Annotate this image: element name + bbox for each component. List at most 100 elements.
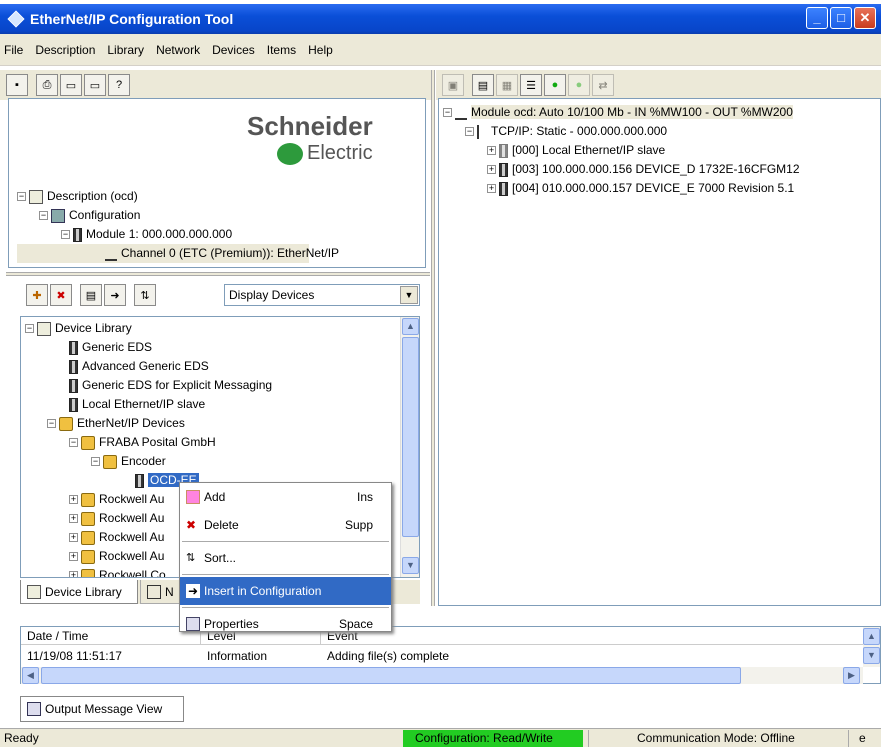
- expand-icon[interactable]: +: [69, 533, 78, 543]
- column-date[interactable]: Date / Time: [21, 627, 201, 644]
- scroll-up-icon[interactable]: ▲: [402, 318, 419, 335]
- insert-arrow-icon: ➜: [186, 584, 200, 598]
- menu-library[interactable]: Library: [107, 43, 144, 57]
- display-select[interactable]: Display Devices ▼: [224, 284, 420, 306]
- add-library-icon[interactable]: ✚: [26, 284, 48, 306]
- menu-item-add[interactable]: Add Ins: [180, 483, 391, 511]
- configuration-icon: [51, 208, 65, 223]
- logo-emblem-icon: [277, 142, 303, 165]
- collapse-icon[interactable]: −: [443, 108, 452, 118]
- scroll-right-icon[interactable]: ▶: [843, 667, 860, 684]
- collapse-icon[interactable]: −: [17, 192, 26, 202]
- menu-item-properties[interactable]: Properties Space: [180, 610, 391, 638]
- dropdown-arrow-icon[interactable]: ▼: [400, 286, 418, 304]
- device-icon: [69, 397, 78, 412]
- log-vscrollbar[interactable]: ▲ ▼: [863, 627, 880, 667]
- menu-item-sort[interactable]: ⇅ Sort...: [180, 544, 391, 572]
- insert-arrow-icon[interactable]: ➜: [104, 284, 126, 306]
- tree-node-module-ocd[interactable]: − Module ocd: Auto 10/100 Mb - IN %MW100 …: [443, 103, 879, 122]
- column-event[interactable]: Event: [321, 627, 863, 644]
- expand-icon[interactable]: +: [69, 552, 78, 562]
- grid-icon[interactable]: ▦: [496, 74, 518, 96]
- delete-icon: ✖: [186, 518, 197, 532]
- output-window-icon: [27, 702, 41, 716]
- menu-description[interactable]: Description: [35, 43, 95, 57]
- window-title: EtherNet/IP Configuration Tool: [30, 11, 234, 27]
- tree-node-fraba[interactable]: − FRABA Posital GmbH: [25, 433, 395, 452]
- menu-network[interactable]: Network: [156, 43, 200, 57]
- status-ready: Ready: [4, 731, 39, 745]
- expand-icon[interactable]: +: [69, 571, 78, 577]
- tree-node-local-slave[interactable]: Local Ethernet/IP slave: [25, 395, 395, 414]
- properties-icon[interactable]: ▤: [80, 284, 102, 306]
- window-split-icon[interactable]: ▭: [84, 74, 106, 96]
- network-pane: − Module ocd: Auto 10/100 Mb - IN %MW100 …: [438, 98, 881, 606]
- library-scrollbar[interactable]: ▲ ▼: [400, 317, 419, 577]
- tree-node-advanced-generic-eds[interactable]: Advanced Generic EDS: [25, 357, 395, 376]
- tree-node-description[interactable]: − Description (ocd): [17, 187, 417, 206]
- delete-device-icon[interactable]: ▣: [442, 74, 464, 96]
- tree-node-ethernet-devices[interactable]: − EtherNet/IP Devices: [25, 414, 395, 433]
- collapse-icon[interactable]: −: [465, 127, 474, 137]
- window-icon[interactable]: ▭: [60, 74, 82, 96]
- tree-node-tcpip[interactable]: − TCP/IP: Static - 000.000.000.000: [443, 122, 879, 141]
- vertical-splitter[interactable]: [431, 70, 435, 606]
- log-hscrollbar[interactable]: ◀ ▶: [21, 667, 863, 684]
- horizontal-splitter[interactable]: [6, 272, 430, 276]
- log-row[interactable]: 11/19/08 11:51:17 Information Adding fil…: [21, 647, 863, 665]
- device-folder-icon: [59, 416, 73, 431]
- hscroll-thumb[interactable]: [41, 667, 741, 684]
- collapse-icon[interactable]: −: [91, 457, 100, 467]
- sort-icon[interactable]: ⇅: [134, 284, 156, 306]
- tree-node-encoder[interactable]: − Encoder: [25, 452, 395, 471]
- offline-icon[interactable]: ●: [568, 74, 590, 96]
- collapse-icon[interactable]: −: [61, 230, 70, 240]
- expand-icon[interactable]: +: [69, 495, 78, 505]
- collapse-icon[interactable]: −: [25, 324, 34, 334]
- menu-item-delete[interactable]: ✖ Delete Supp: [180, 511, 391, 539]
- close-button[interactable]: ✕: [854, 7, 876, 29]
- collapse-icon[interactable]: −: [47, 419, 56, 429]
- tab-output-message-view[interactable]: Output Message View: [20, 696, 184, 722]
- save-icon[interactable]: ▪: [6, 74, 28, 96]
- minimize-button[interactable]: _: [806, 7, 828, 29]
- vendor-folder-icon: [81, 530, 95, 545]
- tree-node-configuration[interactable]: − Configuration: [17, 206, 417, 225]
- help-icon[interactable]: ?: [108, 74, 130, 96]
- tree-node-channel[interactable]: Channel 0 (ETC (Premium)): EtherNet/IP: [17, 244, 339, 263]
- device-icon: [499, 181, 508, 196]
- delete-library-icon[interactable]: ✖: [50, 284, 72, 306]
- tree-node-device-003[interactable]: + [003] 100.000.000.156 DEVICE_D 1732E-16…: [443, 160, 879, 179]
- scroll-down-icon[interactable]: ▼: [863, 647, 880, 664]
- scroll-thumb[interactable]: [402, 337, 419, 537]
- expand-icon[interactable]: +: [487, 165, 496, 175]
- scroll-down-icon[interactable]: ▼: [402, 557, 419, 574]
- expand-icon[interactable]: +: [487, 146, 496, 156]
- scroll-left-icon[interactable]: ◀: [22, 667, 39, 684]
- menu-file[interactable]: File: [4, 43, 23, 57]
- online-icon[interactable]: ●: [544, 74, 566, 96]
- menu-items[interactable]: Items: [267, 43, 296, 57]
- tree-node-generic-eds[interactable]: Generic EDS: [25, 338, 395, 357]
- tab-device-library[interactable]: Device Library: [20, 580, 138, 604]
- tree-node-device-004[interactable]: + [004] 010.000.000.157 DEVICE_E 7000 Rev…: [443, 179, 879, 198]
- tree-node-module[interactable]: − Module 1: 000.000.000.000: [17, 225, 417, 244]
- print-icon[interactable]: ⎙: [36, 74, 58, 96]
- scroll-up-icon[interactable]: ▲: [863, 628, 880, 645]
- vendor-folder-icon: [81, 549, 95, 564]
- menu-devices[interactable]: Devices: [212, 43, 255, 57]
- transfer-icon[interactable]: ⇄: [592, 74, 614, 96]
- device-properties-icon[interactable]: ▤: [472, 74, 494, 96]
- collapse-icon[interactable]: −: [69, 438, 78, 448]
- tree-node-device-library[interactable]: − Device Library: [25, 319, 395, 338]
- tree-node-device-000[interactable]: + [000] Local Ethernet/IP slave: [443, 141, 879, 160]
- tree-node-generic-eds-explicit[interactable]: Generic EDS for Explicit Messaging: [25, 376, 395, 395]
- maximize-button[interactable]: □: [830, 7, 852, 29]
- category-folder-icon: [103, 454, 117, 469]
- expand-icon[interactable]: +: [69, 514, 78, 524]
- list-icon[interactable]: ☰: [520, 74, 542, 96]
- collapse-icon[interactable]: −: [39, 211, 48, 221]
- expand-icon[interactable]: +: [487, 184, 496, 194]
- menu-help[interactable]: Help: [308, 43, 333, 57]
- menu-item-insert-in-configuration[interactable]: ➜ Insert in Configuration: [180, 577, 391, 605]
